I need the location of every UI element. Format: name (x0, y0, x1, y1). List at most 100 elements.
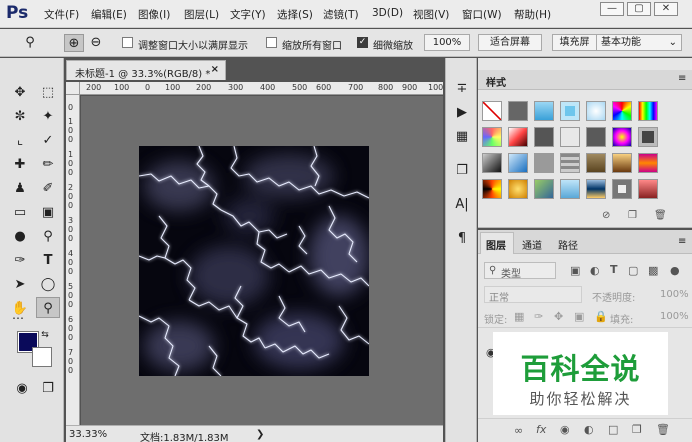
zoom-in-icon[interactable]: ⊕ (64, 34, 84, 52)
properties-panel-icon[interactable]: ▦ (451, 126, 473, 148)
menu-image[interactable]: 图像(I) (138, 7, 170, 22)
style-swatch[interactable] (638, 101, 658, 121)
delete-layer-icon[interactable]: 🗑 (656, 423, 670, 436)
actions-panel-icon[interactable]: ▶ (451, 102, 473, 124)
lock-all-icon[interactable]: 🔒 (594, 310, 608, 323)
style-swatch[interactable] (612, 127, 632, 147)
clone-stamp-tool-icon[interactable]: ♟ (8, 178, 32, 199)
style-swatch[interactable] (638, 153, 658, 173)
new-layer-icon[interactable]: ❐ (632, 423, 642, 436)
zoom-out-icon[interactable]: ⊖ (86, 34, 106, 52)
tab-styles[interactable]: 样式 (486, 74, 506, 89)
filter-smart-icon[interactable]: ▩ (648, 264, 658, 277)
style-swatch[interactable] (586, 101, 606, 121)
menu-file[interactable]: 文件(F) (44, 7, 79, 22)
menu-help[interactable]: 帮助(H) (514, 7, 551, 22)
style-swatch[interactable] (482, 127, 502, 147)
filter-type-icon[interactable]: T (610, 263, 618, 276)
new-group-icon[interactable]: □ (608, 423, 618, 436)
menu-layer[interactable]: 图层(L) (184, 7, 219, 22)
close-button[interactable]: ✕ (654, 2, 678, 16)
history-brush-tool-icon[interactable]: ✐ (36, 178, 60, 199)
quick-mask-icon[interactable]: ◉ (10, 378, 34, 399)
style-swatch[interactable] (612, 153, 632, 173)
status-menu-icon[interactable]: ❯ (256, 429, 264, 440)
lock-paint-icon[interactable]: ✑ (534, 310, 543, 323)
lock-artboard-icon[interactable]: ▣ (574, 310, 584, 323)
style-swatch[interactable] (638, 127, 658, 147)
screen-mode-icon[interactable]: ❐ (36, 378, 60, 399)
opacity-value[interactable]: 100% (660, 289, 689, 300)
gradient-tool-icon[interactable]: ▣ (36, 202, 60, 223)
zoom-tool-preset-icon[interactable]: ⚲ (20, 34, 40, 52)
style-swatch[interactable] (534, 179, 554, 199)
clear-style-icon[interactable]: ⊘ (602, 210, 610, 221)
style-swatch[interactable] (638, 179, 658, 199)
path-selection-tool-icon[interactable]: ➤ (8, 274, 32, 295)
character-panel-icon[interactable]: A| (451, 194, 473, 216)
tab-channels[interactable]: 通道 (522, 237, 542, 252)
tab-layers[interactable]: 图层 (486, 237, 506, 252)
style-swatch[interactable] (508, 179, 528, 199)
scrubby-zoom-checkbox[interactable]: ✓ (357, 37, 368, 48)
close-document-icon[interactable]: × (211, 64, 219, 75)
menu-type[interactable]: 文字(Y) (230, 7, 266, 22)
menu-filter[interactable]: 滤镜(T) (323, 7, 359, 22)
document-canvas[interactable] (139, 146, 369, 376)
style-swatch[interactable] (482, 153, 502, 173)
add-mask-icon[interactable]: ◉ (560, 423, 570, 436)
filter-toggle-icon[interactable]: ● (670, 264, 680, 277)
style-swatch[interactable] (508, 101, 528, 121)
filter-type-select[interactable]: ⚲ 类型 (484, 262, 556, 280)
menu-select[interactable]: 选择(S) (277, 7, 313, 22)
vertical-ruler[interactable]: 0 1 0 0 1 0 0 2 0 0 3 0 0 4 0 0 5 0 0 6 … (66, 95, 80, 425)
style-swatch[interactable] (508, 153, 528, 173)
style-swatch[interactable] (612, 179, 632, 199)
more-tools-icon[interactable]: ⋯ (6, 308, 30, 329)
panel-menu-icon[interactable]: ≡ (678, 73, 686, 84)
swap-colors-icon[interactable]: ⇆ (38, 328, 52, 342)
zoom-all-checkbox[interactable] (266, 37, 277, 48)
style-swatch[interactable] (560, 153, 580, 173)
zoom-tool-icon[interactable]: ⚲ (36, 297, 60, 318)
style-swatch[interactable] (482, 179, 502, 199)
background-color-swatch[interactable] (32, 347, 52, 367)
actual-pixels-button[interactable]: 100% (424, 34, 470, 51)
eyedropper-tool-icon[interactable]: ✓ (36, 130, 60, 151)
style-swatch[interactable] (534, 101, 554, 121)
horizontal-ruler[interactable]: 200 100 0 100 200 300 400 500 600 700 80… (80, 82, 443, 95)
style-swatch[interactable] (560, 101, 580, 121)
zoom-level[interactable]: 33.33% (69, 429, 107, 440)
style-swatch-none[interactable] (482, 101, 502, 121)
minimize-button[interactable]: — (600, 2, 624, 16)
style-swatch[interactable] (508, 127, 528, 147)
style-swatch[interactable] (534, 153, 554, 173)
lasso-tool-icon[interactable]: ✼ (8, 106, 32, 127)
style-swatch[interactable] (586, 179, 606, 199)
filter-adjustment-icon[interactable]: ◐ (590, 264, 600, 277)
adjustment-layer-icon[interactable]: ◐ (584, 423, 594, 436)
canvas-workspace[interactable] (81, 96, 443, 425)
menu-view[interactable]: 视图(V) (413, 7, 449, 22)
layer-effects-icon[interactable]: fx (536, 423, 546, 436)
healing-brush-tool-icon[interactable]: ✚ (8, 154, 32, 175)
resize-windows-checkbox[interactable] (122, 37, 133, 48)
link-layers-icon[interactable]: ∞ (514, 424, 523, 437)
fill-value[interactable]: 100% (660, 311, 689, 322)
filter-shape-icon[interactable]: ▢ (628, 264, 638, 277)
libraries-panel-icon[interactable]: ❐ (451, 160, 473, 182)
style-swatch[interactable] (560, 179, 580, 199)
ellipse-tool-icon[interactable]: ◯ (36, 274, 60, 295)
delete-style-icon[interactable]: 🗑 (654, 210, 667, 221)
brush-tool-icon[interactable]: ✏ (36, 154, 60, 175)
lock-position-icon[interactable]: ✥ (554, 310, 563, 323)
new-style-icon[interactable]: ❐ (628, 210, 637, 221)
fit-screen-button[interactable]: 适合屏幕 (478, 34, 542, 51)
workspace-select[interactable]: 基本功能 ⌄ (596, 34, 682, 51)
style-swatch[interactable] (586, 127, 606, 147)
tab-paths[interactable]: 路径 (558, 237, 578, 252)
paragraph-panel-icon[interactable]: ¶ (451, 228, 473, 250)
style-swatch[interactable] (612, 101, 632, 121)
menu-3d[interactable]: 3D(D) (372, 7, 403, 19)
history-panel-icon[interactable]: ∓ (451, 78, 473, 100)
